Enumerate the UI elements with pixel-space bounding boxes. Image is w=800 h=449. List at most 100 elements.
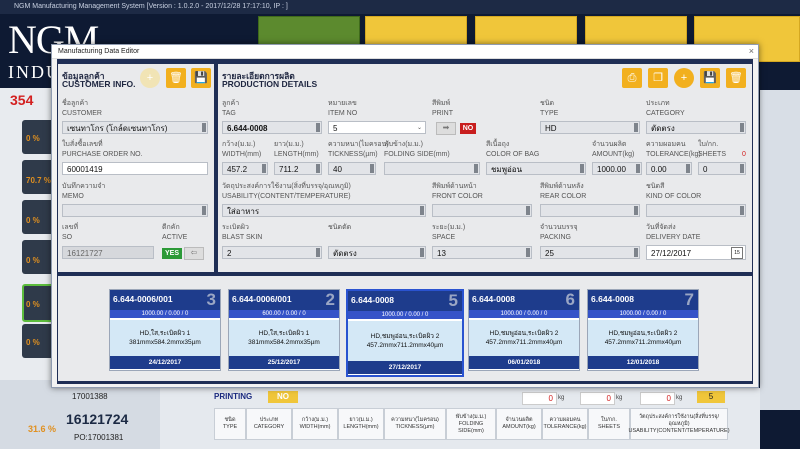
column-header-th: ความหนา(ไมครอน) [391,417,439,423]
length-value: 711.2 [279,165,299,174]
card-size: 457.2mmx711.2mmx40µm [604,339,682,346]
sheets-warning: 0 [742,151,746,158]
column-header[interactable]: กว้าง(ม.ม.) WIDTH(mm) [292,408,338,440]
card-spec: HD,ใส,ระเบิดผิว 1 [139,330,191,337]
dialog-titlebar: Manufacturing Data Editor × [52,45,758,59]
card-date: 12/01/2018 [588,356,698,369]
length-field[interactable]: 711.2 [274,162,322,175]
packing-field[interactable]: 25 [540,246,640,259]
color-of-bag-label: COLOR OF BAG [486,151,540,158]
item-card[interactable]: 6.644-0006/001 2 600.00 / 0.00 / 0 HD,ใส,… [228,289,340,371]
amount-field[interactable]: 1000.00 [592,162,642,175]
item-card[interactable]: 6.644-0008 6 1000.00 / 0.00 / 0 HD,ชมพูอ่… [468,289,580,371]
sheets-value: 0 [703,165,708,174]
calendar-icon[interactable]: 15 [731,247,743,259]
save-button[interactable]: 💾 [191,68,211,88]
copy-button[interactable]: ❐ [648,68,668,88]
active-toggle[interactable]: YES [162,248,182,259]
column-header-th: ความผอมคน [549,417,581,423]
production-section-title: PRODUCTION DETAILS [222,79,318,89]
item-no-select[interactable]: 5 ⌄ [328,121,426,134]
save-item-button[interactable]: 💾 [700,68,720,88]
delivery-date-picker[interactable]: 27/12/2017 15 [646,245,746,260]
app-titlebar: NGM Manufacturing Management System [Ver… [0,0,800,14]
type-field[interactable]: HD [540,121,640,134]
column-header[interactable]: ความผอมคน TOLERANCE(kg) [542,408,588,440]
type-label: TYPE [540,110,559,117]
usability-label: USABILITY(CONTENT/TEMPERATURE) [222,193,351,200]
column-header[interactable]: ใบ/กก. SHEETS [588,408,630,440]
card-number: 7 [684,290,694,309]
blast-skin-value: 2 [227,249,232,258]
trash-icon: 🗑 [729,72,743,84]
column-header[interactable]: ชนิด TYPE [214,408,246,440]
column-header[interactable]: จำนวนผลิต AMOUNT(kg) [496,408,542,440]
item-card[interactable]: 6.644-0008 7 1000.00 / 0.00 / 0 HD,ชมพูอ่… [587,289,699,371]
card-number: 6 [565,290,575,309]
close-icon[interactable]: × [749,45,754,58]
cut-type-field[interactable]: ตัดตรง [328,246,426,259]
tickness-field[interactable]: 40 [328,162,376,175]
folding-side-field[interactable] [384,162,480,175]
column-header[interactable]: พับข้าง(ม.ม.) FOLDING SIDE(mm) [446,408,496,440]
so-label: SO [62,234,73,241]
po-label: PURCHASE ORDER NO. [62,151,143,158]
length-label: LENGTH(mm) [274,151,319,158]
packing-label-th: จำนวนบรรจุ [540,224,578,231]
job-progress: 0 % [26,338,40,347]
column-header-en: LENGTH(mm) [343,424,379,430]
printer-icon: ⎙ [627,72,637,84]
color-of-bag-field[interactable]: ชมพูอ่อน [486,162,586,175]
front-color-field[interactable] [432,204,532,217]
add-item-button[interactable]: + [674,68,694,88]
memo-input[interactable] [62,204,208,217]
column-header-en: AMOUNT(kg) [502,424,536,430]
plus-icon: + [680,72,688,84]
tolerance-label-th: ความผอมคน [646,141,686,148]
rear-color-field[interactable] [540,204,640,217]
print-toggle[interactable]: NO [460,123,476,134]
print-button[interactable]: ⎙ [622,68,642,88]
job-count: 354 [10,92,34,108]
sheets-field[interactable]: 0 [698,162,746,175]
delete-button[interactable]: 🗑 [166,68,186,88]
item-card[interactable]: 6.644-0006/001 3 1000.00 / 0.00 / 0 HD,ใส… [109,289,221,371]
blast-skin-field[interactable]: 2 [222,246,322,259]
po-number-input[interactable]: 60001419 [62,162,208,175]
so-label-th: เลขที่ [62,224,79,231]
column-header-th: ชนิด [224,417,236,423]
tolerance-field[interactable]: 0.00 [646,162,692,175]
width-field[interactable]: 457.2 [222,162,268,175]
unit-label: kg [558,395,565,401]
amount-label-th: จำนวนผลิต [592,141,627,148]
add-button[interactable]: + [140,68,160,88]
column-header[interactable]: ยาว(ม.ม.) LENGTH(mm) [338,408,384,440]
column-header-th: พับข้าง(ม.ม.) [455,413,487,420]
width-label: WIDTH(mm) [222,151,262,158]
space-field[interactable]: 13 [432,246,532,259]
save-icon: 💾 [194,72,208,84]
column-header[interactable]: ประเภท CATEGORY [246,408,292,440]
trash-icon: 🗑 [169,72,183,84]
usability-field[interactable]: ใส่อาหาร [222,204,426,217]
category-field[interactable]: ตัดตรง [646,121,746,134]
job-card-bottom[interactable]: 17001388 16121724 31.6 % PO:17001381 [0,380,160,449]
delivery-date-value: 27/12/2017 [651,249,692,258]
space-label: SPACE [432,234,456,241]
item-card-selected[interactable]: 6.644-0008 5 1000.00 / 0.00 / 0 HD,ชมพูอ่… [346,289,464,377]
tag-field[interactable]: 6.644-0008 [222,121,322,134]
column-header[interactable]: วัตถุประสงค์การใช้งาน(สิ่งที่บรรจุ/อุณหภ… [628,408,730,440]
delete-item-button[interactable]: 🗑 [726,68,746,88]
column-header[interactable]: ความหนา(ไมครอน) TICKNESS(µm) [384,408,446,440]
customer-label: CUSTOMER [62,110,102,117]
customer-field[interactable]: เซนทาโกร (โกล์ดเซนทาโกร) [62,121,208,134]
card-number: 3 [206,290,216,309]
arrow-right-icon[interactable]: ➡ [436,122,456,135]
customer-value: เซนทาโกร (โกล์ดเซนทาโกร) [67,124,168,133]
column-header-th: วัตถุประสงค์การใช้งาน(สิ่งที่บรรจุ/อุณหภ… [638,413,720,427]
amount-value: 1000.00 [597,165,626,174]
card-size: 381mmx584.2mmx35µm [248,339,320,346]
arrow-left-icon[interactable]: ⇦ [184,247,204,260]
job-po-number: PO:17001381 [74,433,124,442]
kind-of-color-field[interactable] [646,204,746,217]
